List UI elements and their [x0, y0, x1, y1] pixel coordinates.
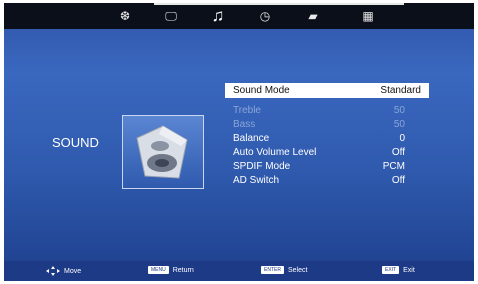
hint-return: MENU Return [148, 266, 194, 274]
hint-return-label: Return [172, 266, 194, 274]
picture-icon[interactable]: ❆ [114, 5, 136, 27]
clock-icon[interactable]: ◷ [254, 5, 276, 27]
hint-move: Move [46, 266, 81, 276]
menu-item-bass: Bass 50 [225, 117, 429, 131]
grid-icon[interactable]: ▦ [357, 5, 379, 27]
menu-item-value: Standard [380, 85, 421, 96]
menu-item-label: Bass [233, 118, 256, 130]
speaker-icon [122, 115, 204, 189]
hint-bar: Move MENU Return ENTER Select EXIT Exit [4, 261, 474, 281]
menu-item-label: Treble [233, 104, 261, 116]
menu-item-label: Balance [233, 132, 270, 144]
hint-select-label: Select [287, 266, 308, 274]
menu-item-value: 50 [393, 118, 405, 130]
monitor-icon[interactable]: 🖵 [160, 5, 182, 27]
menu-item-value: 0 [399, 132, 405, 144]
menu-item-value: Off [391, 146, 405, 158]
tv-osd-window: ❆ 🖵 ♫ ◷ ▰ ▦ SOUND Sound Mode Standard Tr… [4, 3, 474, 281]
menu-item-treble: Treble 50 [225, 103, 429, 117]
sound-settings-menu: Sound Mode Standard Treble 50 Bass 50 Ba… [225, 83, 429, 187]
menu-item-value: Off [391, 174, 405, 186]
lock-icon[interactable]: ▰ [302, 5, 324, 27]
enter-key-badge: ENTER [261, 266, 284, 274]
menu-item-label: SPDIF Mode [233, 160, 291, 172]
hint-exit: EXIT Exit [382, 266, 415, 274]
menu-item-balance[interactable]: Balance 0 [225, 131, 429, 145]
menu-item-label: Auto Volume Level [233, 146, 317, 158]
menu-item-auto-volume-level[interactable]: Auto Volume Level Off [225, 145, 429, 159]
music-note-icon[interactable]: ♫ [207, 5, 229, 27]
menu-item-sound-mode[interactable]: Sound Mode Standard [225, 83, 429, 98]
top-menu-bar: ❆ 🖵 ♫ ◷ ▰ ▦ [4, 3, 474, 29]
menu-item-spdif-mode[interactable]: SPDIF Mode PCM [225, 159, 429, 173]
menu-key-badge: MENU [148, 266, 169, 274]
menu-item-value: 50 [393, 104, 405, 116]
hint-select: ENTER Select [261, 266, 307, 274]
menu-item-label: Sound Mode [233, 85, 290, 96]
menu-item-ad-switch[interactable]: AD Switch Off [225, 173, 429, 187]
menu-item-label: AD Switch [233, 174, 280, 186]
section-title: SOUND [52, 135, 99, 150]
hint-move-label: Move [64, 267, 82, 275]
menu-item-value: PCM [382, 160, 405, 172]
arrows-icon [46, 266, 60, 276]
hint-exit-label: Exit [403, 266, 415, 274]
exit-key-badge: EXIT [382, 266, 400, 274]
